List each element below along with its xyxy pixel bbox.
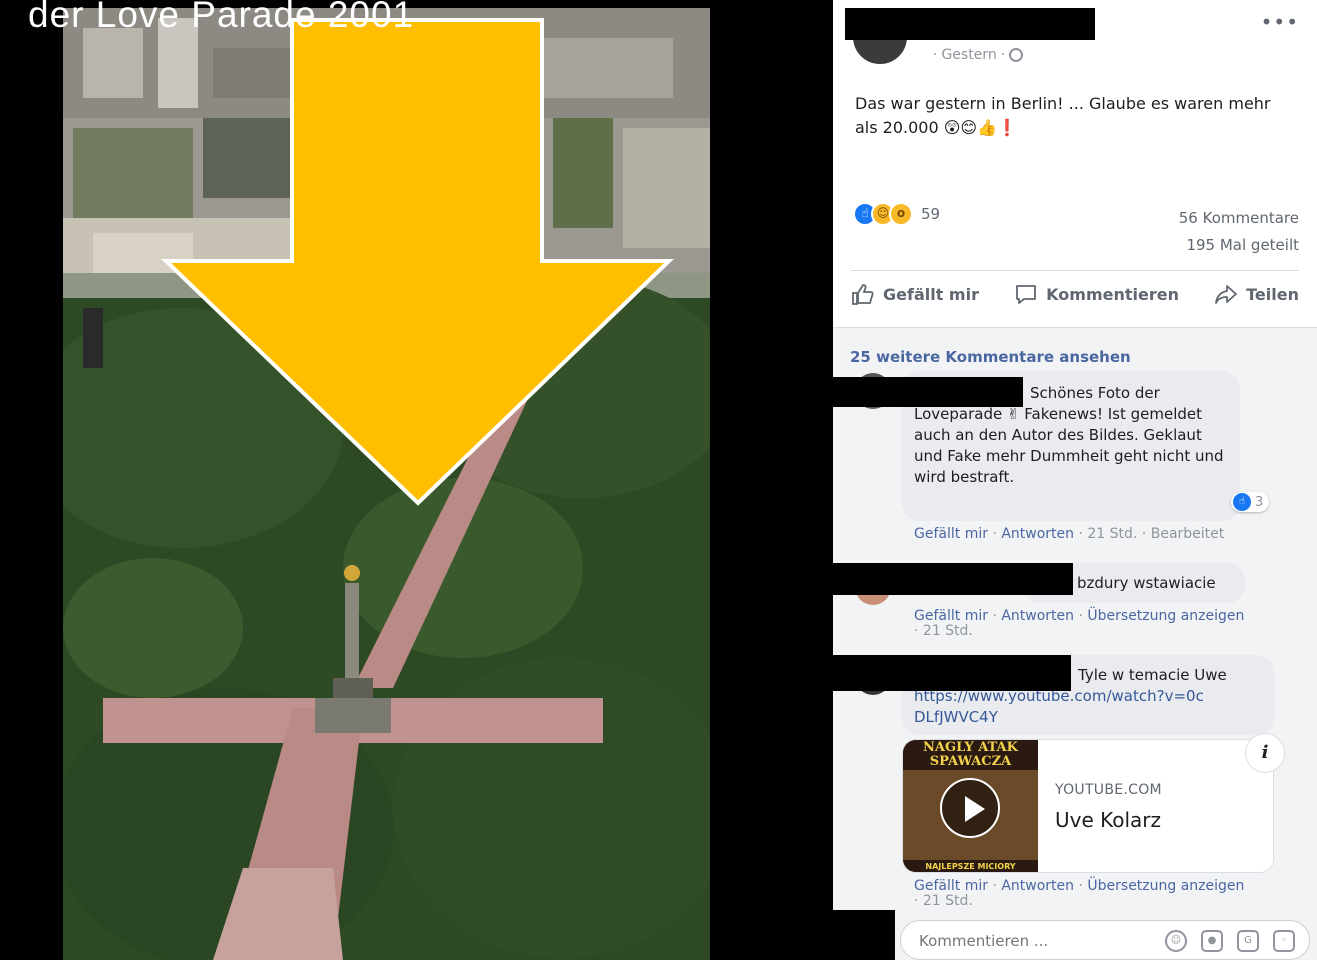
comment-2-reply-link[interactable]: Antworten (1001, 608, 1074, 624)
composer-icons: ☺ ● G ◦ (1165, 930, 1295, 952)
comment-3-translate-link[interactable]: Übersetzung anzeigen (1087, 878, 1244, 894)
info-icon[interactable]: i (1245, 733, 1285, 773)
wow-reaction-icon: o (889, 202, 913, 226)
comment-2-time[interactable]: 21 Std. (923, 623, 973, 639)
comment-composer: ☺ ● G ◦ (900, 920, 1310, 960)
post-meta-sep2: · (1000, 47, 1006, 63)
reaction-count: 59 (921, 205, 941, 223)
thumbnail-title: NAGLY ATAK SPAWACZA (903, 740, 1038, 770)
post-stats: 56 Kommentare 195 Mal geteilt (1179, 205, 1299, 259)
comment-2-meta: Gefällt mir · Antworten · Übersetzung an… (914, 609, 1294, 639)
like-button-label: Gefällt mir (883, 284, 979, 304)
comment-3-reply-link[interactable]: Antworten (1001, 878, 1074, 894)
comment-bubble-icon (1016, 285, 1037, 304)
redacted-commenter-name (833, 655, 1071, 691)
post-meta: · Gestern · (933, 47, 1024, 63)
like-mini-icon: ☝ (1233, 493, 1251, 511)
meta-sep: · (914, 623, 923, 639)
comment-2-text: bzdury wstawiacie (1077, 574, 1216, 592)
meta-sep: · (992, 608, 1002, 624)
link-domain: YOUTUBE.COM (1055, 782, 1162, 798)
share-arrow-icon (1215, 285, 1238, 304)
post-timestamp[interactable]: Gestern (941, 47, 996, 63)
comment-button-label: Kommentieren (1046, 284, 1179, 304)
comments-count-link[interactable]: 56 Kommentare (1179, 205, 1299, 232)
emoji-icon[interactable]: ☺ (1165, 930, 1187, 952)
facebook-post-panel: · Gestern · ••• Das war gestern in Berli… (833, 0, 1317, 960)
post-emoji: 😲😊👍❗ (943, 118, 1017, 137)
overlay-caption: der Love Parade 2001 (28, 0, 415, 35)
gif-icon[interactable]: G (1237, 930, 1259, 952)
reaction-summary[interactable]: ☝ ☺ o 59 (853, 202, 940, 226)
comments-section: 25 weitere Kommentare ansehen Schönes Fo… (833, 327, 1317, 960)
comment-2-translate-link[interactable]: Übersetzung anzeigen (1087, 608, 1244, 624)
photo-frame: der Love Parade 2001 (8, 0, 833, 960)
post-text: Das war gestern in Berlin! ... Glaube es… (855, 92, 1275, 140)
comment-1-reply-link[interactable]: Antworten (1001, 526, 1074, 542)
comment-1-edited: Bearbeitet (1150, 526, 1225, 542)
view-more-comments-link[interactable]: 25 weitere Kommentare ansehen (850, 348, 1131, 366)
comment-button[interactable]: Kommentieren (1014, 283, 1179, 305)
share-button-label: Teilen (1246, 284, 1299, 304)
actions-divider (833, 327, 1317, 328)
meta-sep: · (1141, 526, 1151, 542)
shares-count-link[interactable]: 195 Mal geteilt (1179, 232, 1299, 259)
comment-3-meta: Gefällt mir · Antworten · Übersetzung an… (914, 879, 1294, 909)
comment-1-like-count: 3 (1255, 494, 1264, 510)
comment-1-like-link[interactable]: Gefällt mir (914, 526, 988, 542)
like-button[interactable]: Gefällt mir (851, 283, 979, 305)
comment-3-time[interactable]: 21 Std. (923, 893, 973, 909)
post-photo[interactable] (63, 8, 710, 960)
comment-1-reactions[interactable]: ☝ 3 (1231, 492, 1270, 512)
stats-divider (851, 270, 1299, 271)
play-icon[interactable] (940, 778, 1000, 838)
thumbs-up-icon (852, 284, 874, 305)
post-meta-sep: · (933, 47, 938, 63)
post-body: Das war gestern in Berlin! ... Glaube es… (855, 94, 1271, 137)
video-thumbnail[interactable]: NAGLY ATAK SPAWACZA NAJLEPSZE MICIORY (903, 740, 1038, 872)
comment-1-time[interactable]: 21 Std. (1087, 526, 1137, 542)
photo-panel: der Love Parade 2001 (0, 0, 833, 960)
youtube-link-card[interactable]: NAGLY ATAK SPAWACZA NAJLEPSZE MICIORY YO… (902, 739, 1274, 873)
redacted-avatar (833, 910, 895, 960)
link-title[interactable]: Uve Kolarz (1055, 808, 1161, 832)
wow-glyph: o (896, 206, 906, 220)
redacted-poster-name (845, 8, 1095, 40)
meta-sep: · (992, 526, 1002, 542)
down-arrow-overlay (161, 18, 674, 506)
comment-input[interactable] (919, 932, 1119, 950)
camera-icon[interactable]: ● (1201, 930, 1223, 952)
redacted-commenter-name (833, 563, 1073, 595)
globe-icon (1009, 48, 1024, 62)
post-actions-bar: Gefällt mir Kommentieren Teilen (851, 283, 1299, 305)
comment-1-text: Loveparade ✌ Fakenews! Ist gemeldet auch… (914, 405, 1224, 486)
meta-sep: · (992, 878, 1002, 894)
comment-3-link[interactable]: https://www.youtube.com/watch?v=0cDLfJWV… (914, 686, 1204, 728)
meta-sep: · (914, 893, 923, 909)
comment-3-like-link[interactable]: Gefällt mir (914, 878, 988, 894)
sticker-icon[interactable]: ◦ (1273, 930, 1295, 952)
share-button[interactable]: Teilen (1214, 283, 1299, 305)
post-options-button[interactable]: ••• (1261, 10, 1299, 34)
comment-2-like-link[interactable]: Gefällt mir (914, 608, 988, 624)
comment-1-meta: Gefällt mir · Antworten · 21 Std. · Bear… (914, 526, 1224, 542)
thumbnail-footer: NAJLEPSZE MICIORY (903, 860, 1038, 872)
redacted-commenter-name (833, 377, 1023, 407)
